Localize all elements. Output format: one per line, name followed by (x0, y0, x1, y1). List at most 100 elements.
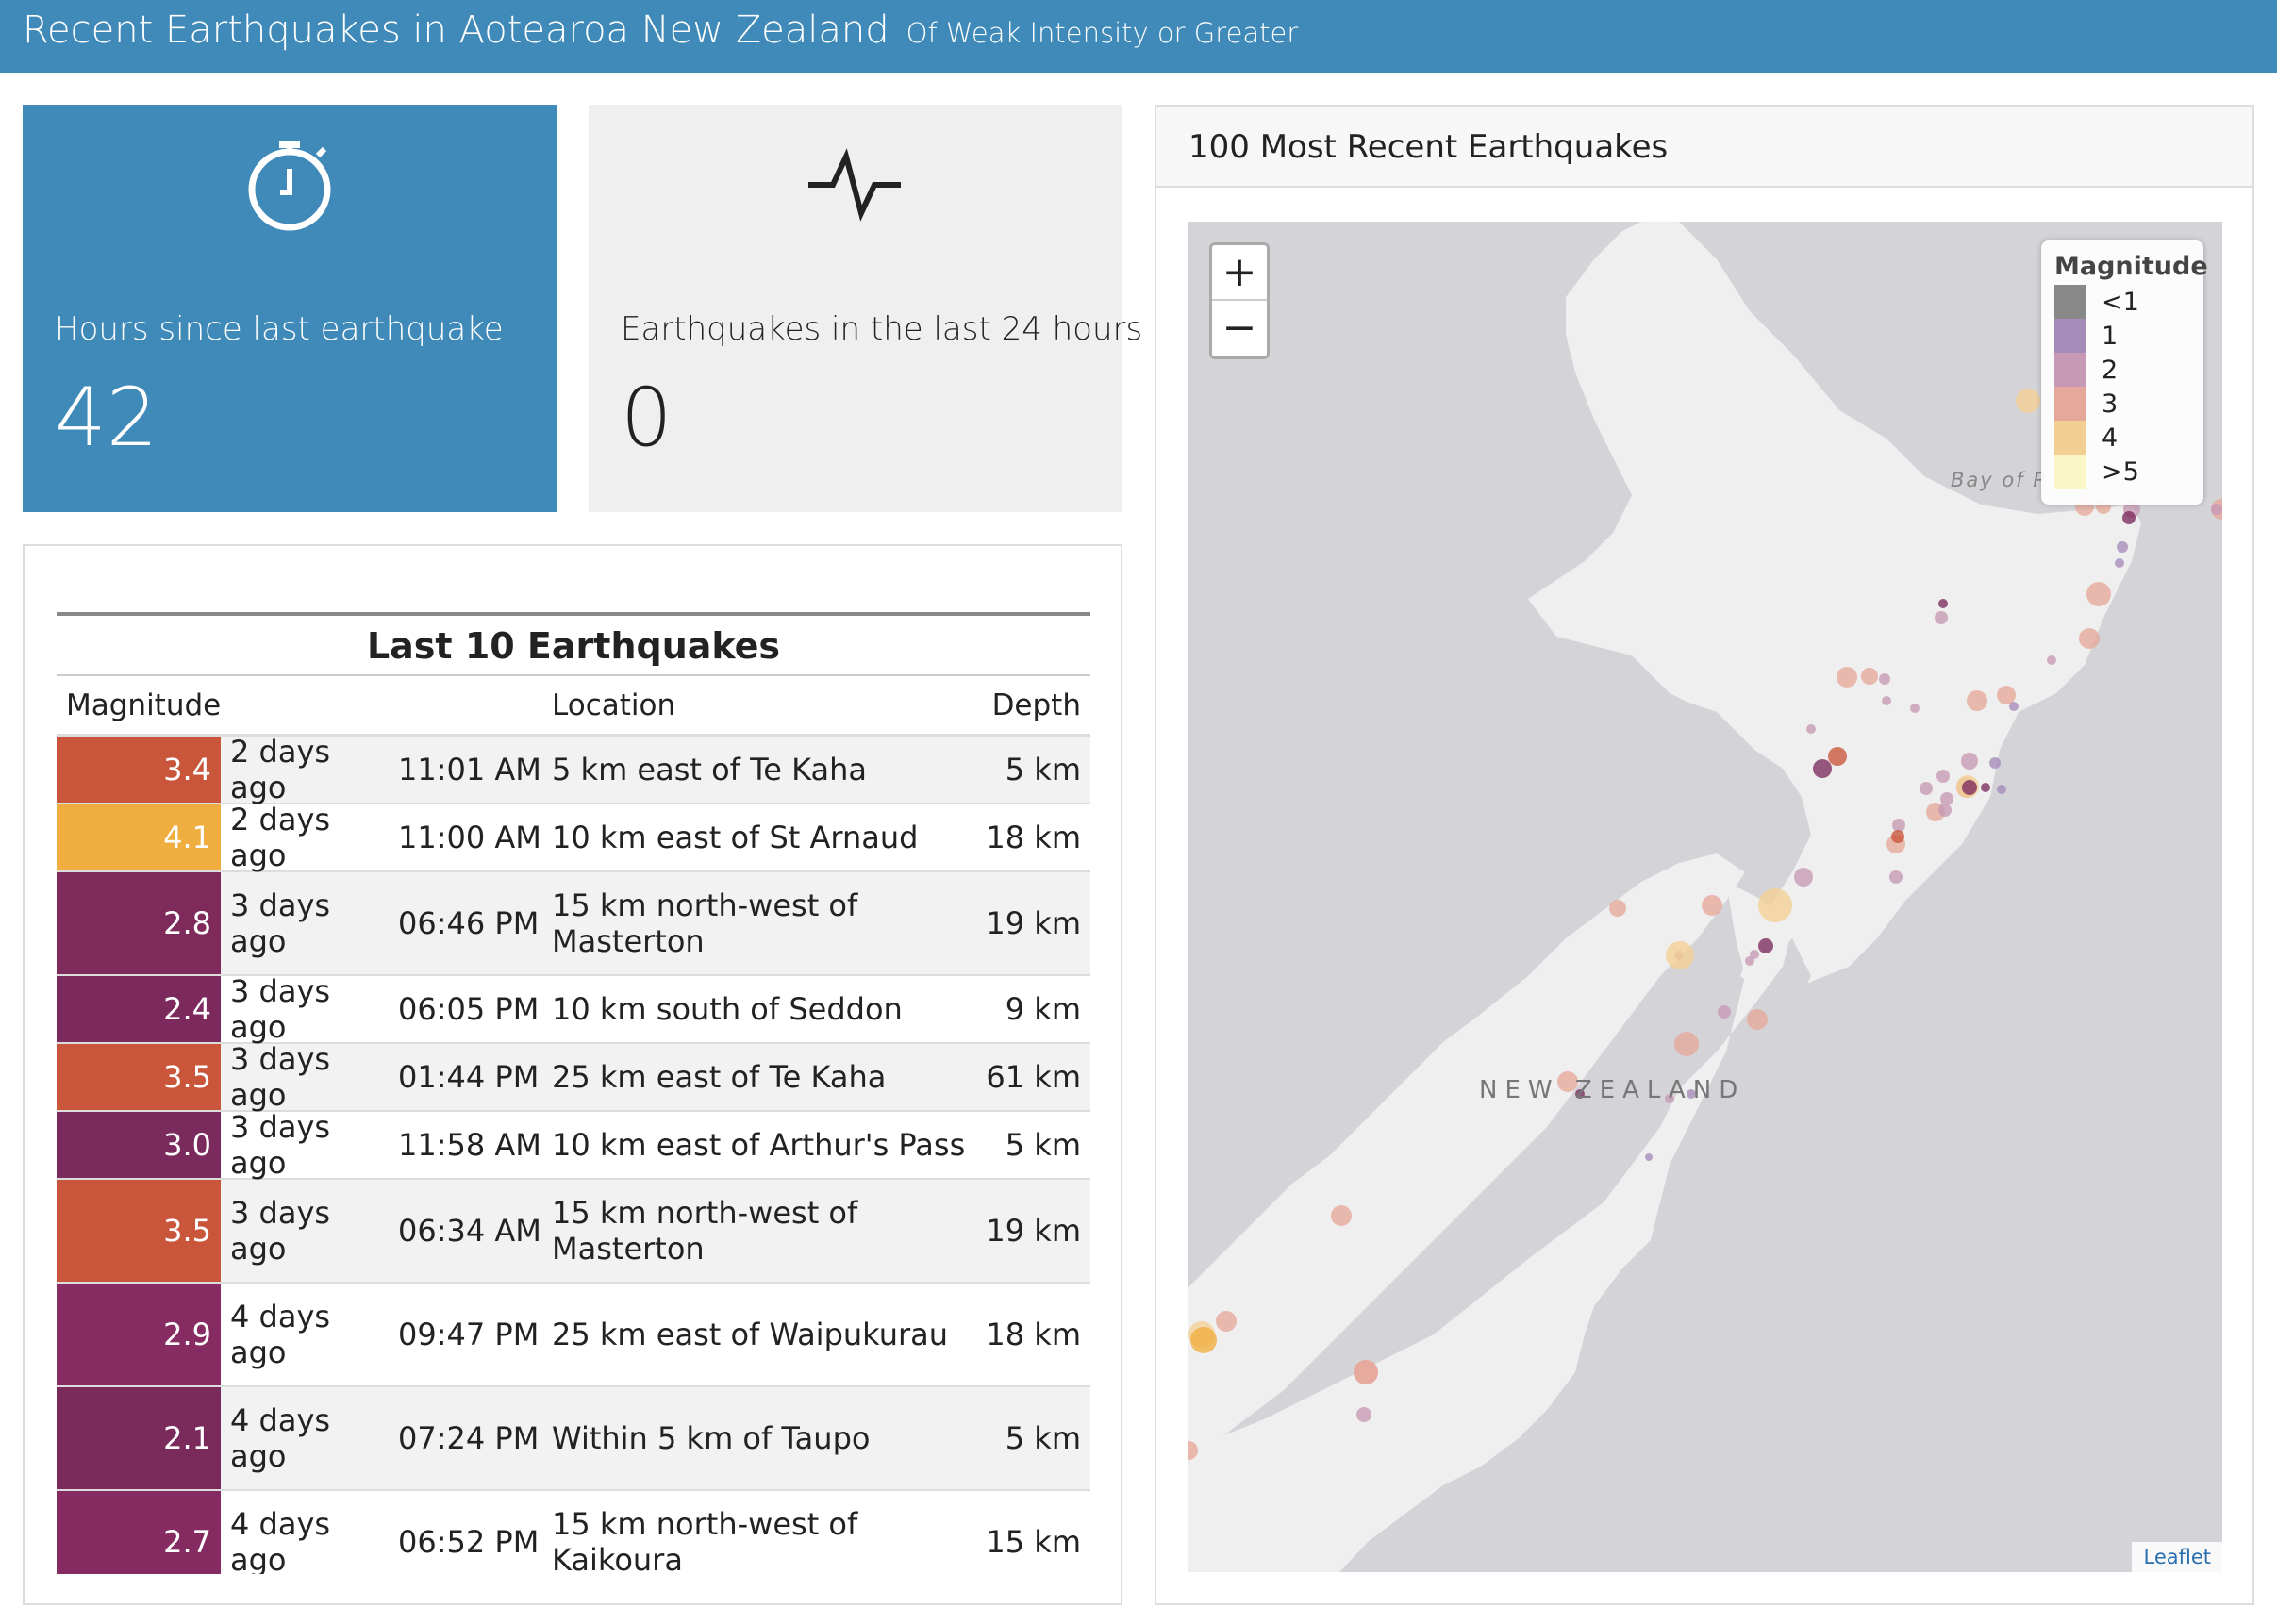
quake-marker[interactable] (1989, 757, 2001, 769)
header-bar: Recent Earthquakes in Aotearoa New Zeala… (0, 0, 2277, 73)
depth-cell: 5 km (1005, 1420, 1081, 1456)
table-row[interactable]: 2.8 3 days ago 06:46 PM 15 km north-west of… (57, 872, 1090, 976)
quake-marker[interactable] (1718, 1005, 1731, 1019)
date-cell: 2 days ago (230, 802, 331, 873)
table-title: Last 10 Earthquakes (57, 616, 1090, 676)
quake-marker[interactable] (1702, 895, 1722, 916)
table-row[interactable]: 3.0 3 days ago 11:58 AM 10 km east of Arthu… (57, 1109, 1090, 1181)
quake-marker[interactable] (1806, 724, 1816, 734)
table-row[interactable]: 2.1 4 days ago 07:24 PM Within 5 km of Taup… (57, 1387, 1090, 1491)
quake-marker[interactable] (1666, 941, 1694, 969)
depth-cell: 19 km (986, 905, 1081, 941)
quake-marker[interactable] (2016, 389, 2040, 413)
location-cell: 25 km east of Te Kaha (552, 1059, 887, 1095)
quake-marker[interactable] (1938, 599, 1948, 608)
quake-marker[interactable] (1936, 770, 1950, 783)
table-row[interactable]: 3.4 2 days ago 11:01 AM 5 km east of Te Kah… (57, 734, 1090, 805)
quake-marker[interactable] (2079, 628, 2100, 649)
quake-marker[interactable] (1747, 1009, 1768, 1030)
quake-marker[interactable] (1674, 1032, 1699, 1056)
quake-marker[interactable] (1967, 690, 1987, 711)
quake-marker[interactable] (1940, 792, 1953, 805)
table-row[interactable]: 3.5 3 days ago 06:34 AM 15 km north-west of… (57, 1180, 1090, 1284)
quake-marker[interactable] (1190, 1327, 1217, 1353)
quake-marker[interactable] (1828, 747, 1847, 766)
country-label: NEW ZEALAND (1479, 1076, 1746, 1104)
header-location[interactable]: Location (542, 688, 984, 722)
depth-cell: 19 km (986, 1213, 1081, 1249)
quake-marker[interactable] (2117, 541, 2128, 553)
magnitude-cell: 2.1 (57, 1387, 221, 1489)
date-cell: 4 days ago (230, 1402, 331, 1474)
legend-item: 4 (2054, 421, 2190, 455)
quake-marker[interactable] (1910, 704, 1920, 713)
quake-marker[interactable] (1758, 938, 1773, 953)
table-row[interactable]: 2.9 4 days ago 09:47 PM 25 km east of Waipu… (57, 1284, 1090, 1387)
location-cell: 15 km north-west of Masterton (552, 887, 858, 959)
legend-item: 1 (2054, 319, 2190, 353)
depth-cell: 5 km (1005, 1127, 1081, 1163)
quake-marker[interactable] (1609, 900, 1626, 917)
leaflet-attribution-link[interactable]: Leaflet (2132, 1542, 2222, 1572)
quake-marker[interactable] (1981, 783, 1990, 792)
quake-marker[interactable] (1745, 956, 1754, 966)
quake-marker[interactable] (1331, 1205, 1352, 1226)
quake-marker[interactable] (1794, 868, 1813, 887)
table-row[interactable]: 2.7 4 days ago 06:52 PM 15 km north-west of… (57, 1491, 1090, 1574)
quake-marker[interactable] (1216, 1311, 1237, 1332)
quake-marker[interactable] (1861, 668, 1878, 685)
quake-marker[interactable] (1356, 1407, 1371, 1422)
quake-marker[interactable] (1938, 804, 1952, 817)
quake-marker[interactable] (1997, 686, 2016, 704)
table-row[interactable]: 3.5 3 days ago 01:44 PM 25 km east of Te Ka… (57, 1041, 1090, 1113)
location-cell: 15 km north-west of Masterton (552, 1195, 858, 1267)
quake-marker[interactable] (1920, 782, 1933, 795)
time-cell: 06:05 PM (398, 991, 540, 1027)
quakes-24h-value: 0 (621, 371, 673, 465)
magnitude-cell: 2.9 (57, 1284, 221, 1385)
earthquake-map[interactable]: Bay of P NEW ZEALAND + − Magnitude <1 1 2 3… (1188, 222, 2222, 1572)
quake-marker[interactable] (1962, 780, 1977, 795)
location-cell: 10 km south of Seddon (552, 991, 903, 1027)
legend-label: 4 (2102, 423, 2119, 453)
date-cell: 3 days ago (230, 973, 331, 1045)
date-cell: 3 days ago (230, 1109, 331, 1181)
header-depth[interactable]: Depth (984, 688, 1090, 722)
quake-marker[interactable] (1837, 667, 1857, 688)
table-row[interactable]: 4.1 2 days ago 11:00 AM 10 km east of St Ar… (57, 802, 1090, 873)
table-row[interactable]: 2.4 3 days ago 06:05 PM 10 km south of Sedd… (57, 973, 1090, 1045)
quake-marker[interactable] (1892, 819, 1905, 832)
quake-marker[interactable] (2047, 655, 2056, 665)
quake-marker[interactable] (1188, 1441, 1198, 1460)
earthquake-table[interactable]: Last 10 Earthquakes Magnitude Location D… (57, 612, 1090, 1574)
quake-marker[interactable] (1961, 753, 1978, 770)
quake-marker[interactable] (1882, 696, 1891, 705)
zoom-in-button[interactable]: + (1212, 245, 1267, 301)
legend-swatch (2054, 421, 2086, 455)
time-cell: 11:01 AM (398, 752, 541, 787)
quake-marker[interactable] (2086, 582, 2111, 606)
legend-label: 3 (2102, 389, 2119, 419)
quake-marker[interactable] (1758, 888, 1792, 922)
quake-marker[interactable] (2115, 558, 2124, 568)
legend-item: >5 (2054, 455, 2190, 489)
magnitude-cell: 3.5 (57, 1044, 221, 1110)
page-title: Recent Earthquakes in Aotearoa New Zeala… (23, 8, 889, 52)
quakes-24h-caption: Earthquakes in the last 24 hours (621, 310, 1143, 348)
quake-marker[interactable] (1645, 1153, 1653, 1161)
quake-marker[interactable] (1879, 673, 1890, 685)
time-cell: 07:24 PM (398, 1420, 540, 1456)
quake-marker[interactable] (1354, 1360, 1378, 1384)
time-cell: 06:52 PM (398, 1524, 540, 1560)
quake-marker[interactable] (1891, 830, 1904, 843)
quake-marker[interactable] (2122, 511, 2136, 524)
quake-marker[interactable] (2009, 702, 2019, 711)
location-cell: 15 km north-west of Kaikoura (552, 1506, 858, 1574)
quake-marker[interactable] (2211, 504, 2222, 515)
quake-marker[interactable] (1997, 785, 2006, 794)
quake-marker[interactable] (1889, 870, 1903, 884)
zoom-out-button[interactable]: − (1212, 301, 1267, 356)
quake-marker[interactable] (1813, 759, 1832, 778)
quake-marker[interactable] (1935, 611, 1948, 624)
header-magnitude[interactable]: Magnitude (57, 688, 542, 722)
